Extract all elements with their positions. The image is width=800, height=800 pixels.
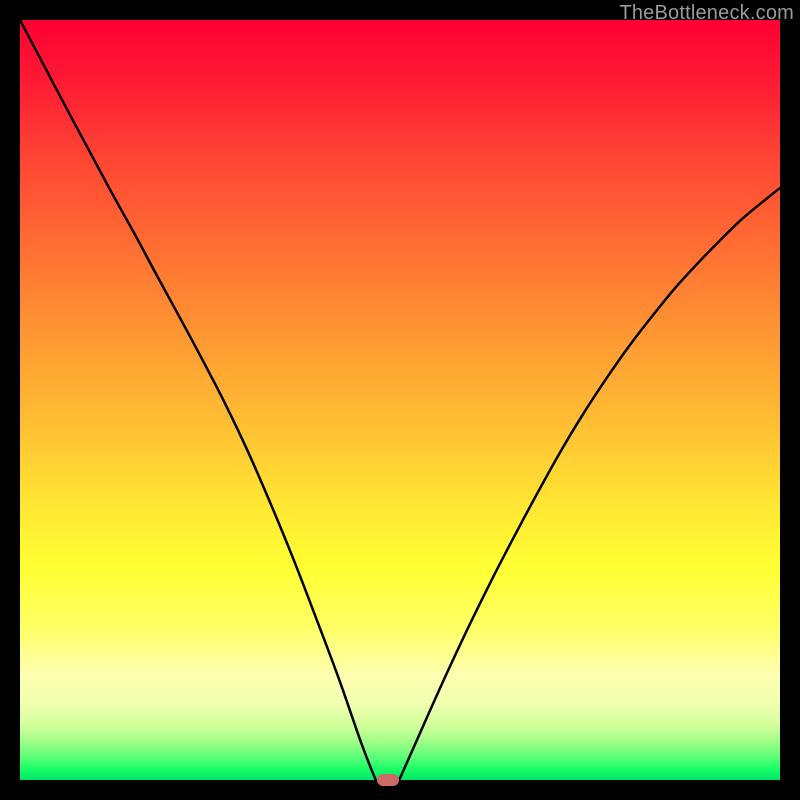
plot-area: [20, 20, 780, 780]
curve-left-branch: [20, 20, 376, 780]
chart-frame: TheBottleneck.com: [0, 0, 800, 800]
bottleneck-curve: [20, 20, 780, 780]
bottleneck-marker: [377, 774, 399, 786]
watermark-text: TheBottleneck.com: [619, 2, 794, 25]
curve-right-branch: [399, 188, 780, 780]
